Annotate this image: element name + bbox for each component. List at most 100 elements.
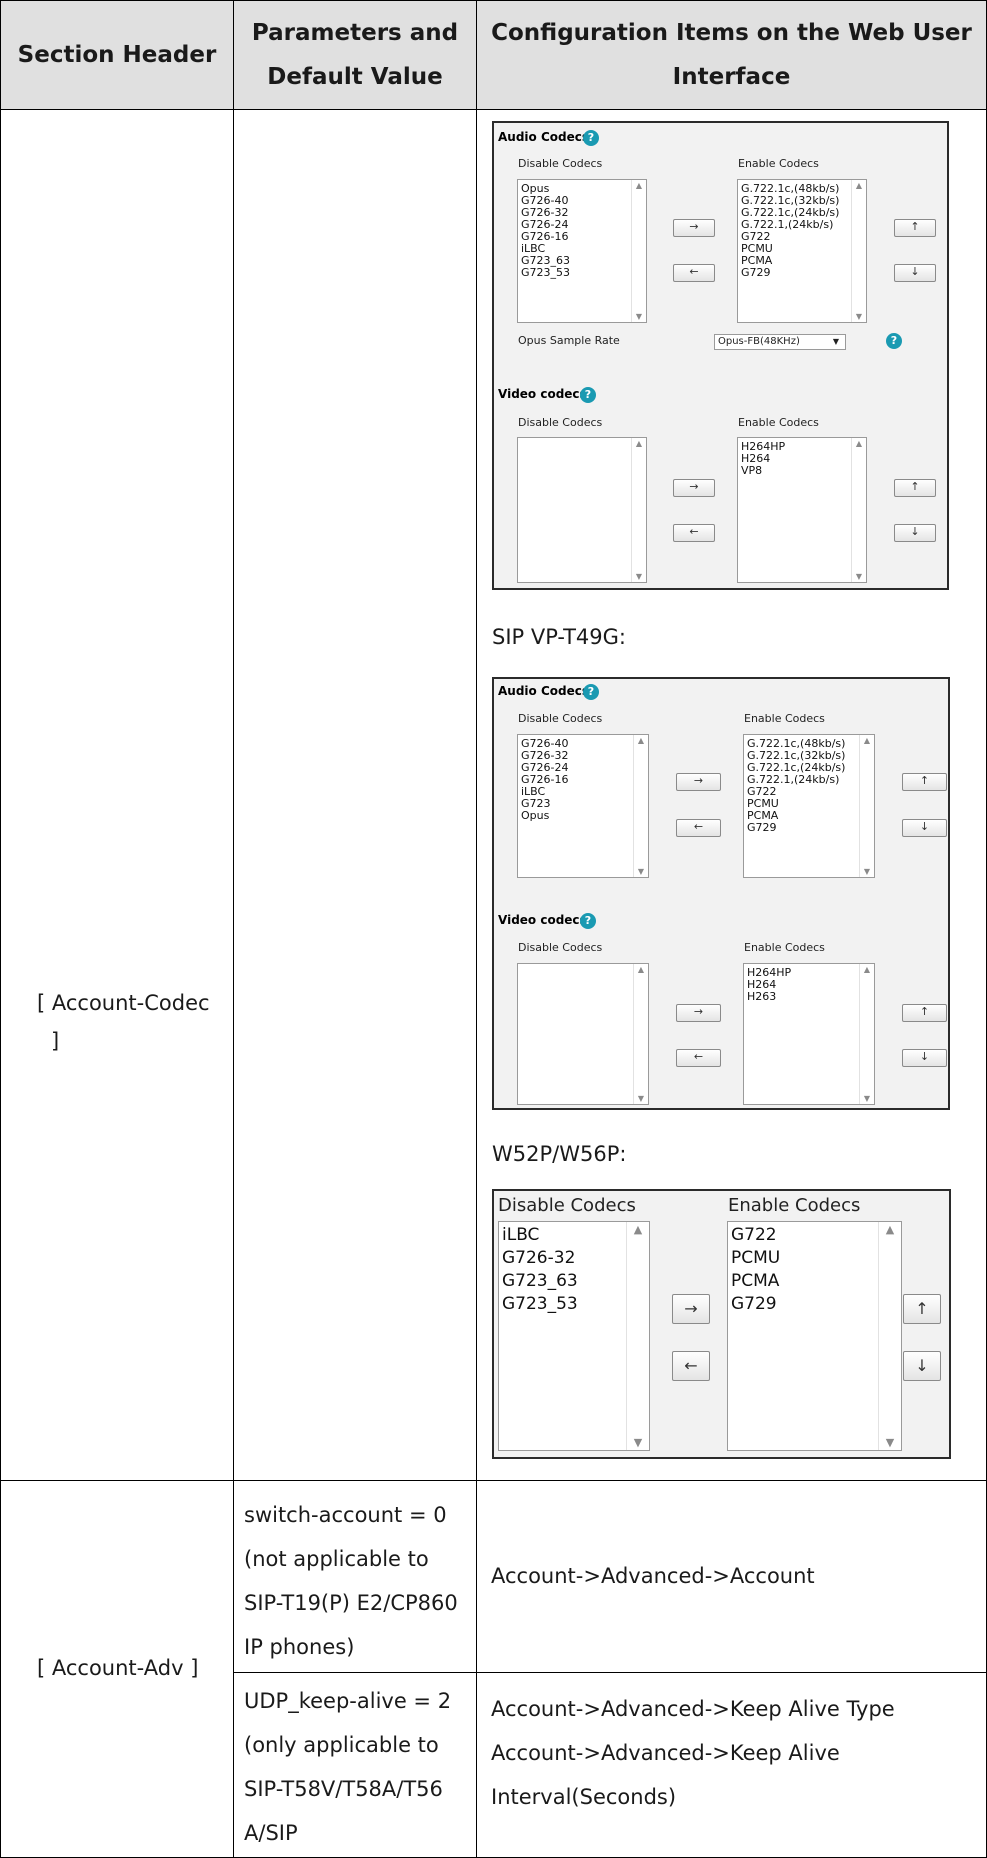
help-icon[interactable]: ? xyxy=(580,387,596,403)
list-item[interactable]: VP8 xyxy=(741,465,785,477)
scrollbar[interactable]: ▲ ▼ xyxy=(631,438,646,582)
enabled-codecs-list[interactable]: G722 PCMU PCMA G729 ▲ ▼ xyxy=(727,1221,902,1451)
move-down-button[interactable]: ↓ xyxy=(894,264,936,282)
scroll-down-icon[interactable]: ▼ xyxy=(632,312,646,321)
disable-codecs-label: Disable Codecs xyxy=(518,941,603,954)
header-section-label: Section Header xyxy=(17,42,217,68)
list-item[interactable]: G723_53 xyxy=(502,1293,578,1316)
list-item[interactable]: Opus xyxy=(521,810,569,822)
video-enabled-list[interactable]: H264HP H264 VP8 ▲ ▼ xyxy=(737,437,867,583)
move-down-button[interactable]: ↓ xyxy=(902,819,947,837)
audio-disabled-list[interactable]: G726-40 G726-32 G726-24 G726-16 iLBC G723 Opus… xyxy=(517,734,649,878)
video-disabled-list[interactable]: ▲ ▼ xyxy=(517,963,649,1105)
scroll-down-icon[interactable]: ▼ xyxy=(860,867,874,876)
help-icon[interactable]: ? xyxy=(580,913,596,929)
scroll-down-icon[interactable]: ▼ xyxy=(632,572,646,581)
adv-sub1-config-cell: Account->Advanced->Account xyxy=(476,1480,987,1673)
scroll-up-icon[interactable]: ▲ xyxy=(852,439,866,448)
audio-enabled-items: G.722.1c,(48kb/s) G.722.1c,(32kb/s) G.722.… xyxy=(741,183,839,279)
list-item[interactable]: G729 xyxy=(741,267,839,279)
help-icon[interactable]: ? xyxy=(583,130,599,146)
scrollbar[interactable]: ▲ ▼ xyxy=(878,1222,901,1450)
scroll-up-icon[interactable]: ▲ xyxy=(634,965,648,974)
scroll-down-icon[interactable]: ▼ xyxy=(627,1436,649,1449)
video-disabled-list[interactable]: ▲ ▼ xyxy=(517,437,647,583)
enable-codecs-label: Enable Codecs xyxy=(738,157,819,170)
scroll-up-icon[interactable]: ▲ xyxy=(860,965,874,974)
scrollbar[interactable]: ▲ ▼ xyxy=(626,1222,649,1450)
move-down-button[interactable]: ↓ xyxy=(894,524,936,542)
move-left-button[interactable]: ← xyxy=(672,1351,710,1381)
scroll-up-icon[interactable]: ▲ xyxy=(634,736,648,745)
move-right-button[interactable]: → xyxy=(673,479,715,497)
help-icon[interactable]: ? xyxy=(886,333,902,349)
scroll-down-icon[interactable]: ▼ xyxy=(852,572,866,581)
scrollbar[interactable]: ▲ ▼ xyxy=(633,964,648,1104)
header-params: Parameters and Default Value xyxy=(233,0,477,110)
scrollbar[interactable]: ▲ ▼ xyxy=(859,735,874,877)
opus-sample-rate-select[interactable]: Opus-FB(48KHz) ▼ xyxy=(714,334,846,350)
move-up-button[interactable]: ↑ xyxy=(902,773,947,791)
list-item[interactable]: G729 xyxy=(731,1293,780,1316)
list-item[interactable]: G722 xyxy=(731,1224,780,1247)
model-label-w52p-w56p: W52P/W56P: xyxy=(492,1142,627,1166)
scrollbar[interactable]: ▲ ▼ xyxy=(631,180,646,322)
move-up-button[interactable]: ↑ xyxy=(903,1294,941,1324)
move-left-button[interactable]: ← xyxy=(676,1049,721,1067)
list-item[interactable]: G723_63 xyxy=(502,1270,578,1293)
scroll-down-icon[interactable]: ▼ xyxy=(879,1436,901,1449)
scroll-down-icon[interactable]: ▼ xyxy=(634,867,648,876)
move-up-button[interactable]: ↑ xyxy=(894,479,936,497)
enable-codecs-label: Enable Codecs xyxy=(744,941,825,954)
audio-enabled-items: G.722.1c,(48kb/s) G.722.1c,(32kb/s) G.722.… xyxy=(747,738,845,834)
scrollbar[interactable]: ▲ ▼ xyxy=(859,964,874,1104)
scroll-down-icon[interactable]: ▼ xyxy=(860,1094,874,1103)
move-up-button[interactable]: ↑ xyxy=(894,219,936,237)
adv-sub2-config-cell: Account->Advanced->Keep Alive Type Accou… xyxy=(476,1672,987,1858)
help-icon[interactable]: ? xyxy=(583,684,599,700)
move-left-button[interactable]: ← xyxy=(676,819,721,837)
scroll-down-icon[interactable]: ▼ xyxy=(852,312,866,321)
scroll-up-icon[interactable]: ▲ xyxy=(852,181,866,190)
move-right-button[interactable]: → xyxy=(673,219,715,237)
list-item[interactable]: PCMA xyxy=(731,1270,780,1293)
scrollbar[interactable]: ▲ ▼ xyxy=(851,438,866,582)
scroll-up-icon[interactable]: ▲ xyxy=(627,1223,649,1236)
scroll-up-icon[interactable]: ▲ xyxy=(860,736,874,745)
move-left-button[interactable]: ← xyxy=(673,264,715,282)
scroll-down-icon[interactable]: ▼ xyxy=(634,1094,648,1103)
list-item[interactable]: H263 xyxy=(747,991,791,1003)
move-down-button[interactable]: ↓ xyxy=(902,1049,947,1067)
codec-panel-3: Disable Codecs Enable Codecs iLBC G726-32… xyxy=(492,1189,951,1459)
model-label-vp-t49g: SIP VP-T49G: xyxy=(492,625,626,649)
audio-disabled-list[interactable]: Opus G726-40 G726-32 G726-24 G726-16 iLBC G723… xyxy=(517,179,647,323)
list-item[interactable]: iLBC xyxy=(502,1224,578,1247)
move-right-button[interactable]: → xyxy=(672,1294,710,1324)
scroll-up-icon[interactable]: ▲ xyxy=(879,1223,901,1236)
header-params-line2: Default Value xyxy=(267,64,443,90)
scroll-up-icon[interactable]: ▲ xyxy=(632,181,646,190)
list-item[interactable]: PCMU xyxy=(731,1247,780,1270)
move-down-button[interactable]: ↓ xyxy=(903,1351,941,1381)
move-right-button[interactable]: → xyxy=(676,1004,721,1022)
move-left-button[interactable]: ← xyxy=(673,524,715,542)
video-enabled-items: H264HP H264 VP8 xyxy=(741,441,785,477)
header-section: Section Header xyxy=(0,0,234,110)
scrollbar[interactable]: ▲ ▼ xyxy=(633,735,648,877)
list-item[interactable]: G723_53 xyxy=(521,267,570,279)
scrollbar[interactable]: ▲ ▼ xyxy=(851,180,866,322)
disabled-codecs-list[interactable]: iLBC G726-32 G723_63 G723_53 ▲ ▼ xyxy=(498,1221,650,1451)
audio-disabled-items: Opus G726-40 G726-32 G726-24 G726-16 iLBC G723… xyxy=(521,183,570,279)
list-item[interactable]: G726-32 xyxy=(502,1247,578,1270)
video-enabled-list[interactable]: H264HP H264 H263 ▲ ▼ xyxy=(743,963,875,1105)
move-right-button[interactable]: → xyxy=(676,773,721,791)
header-config-line2: Interface xyxy=(672,64,791,90)
audio-enabled-list[interactable]: G.722.1c,(48kb/s) G.722.1c,(32kb/s) G.722.… xyxy=(737,179,867,323)
header-config: Configuration Items on the Web User Inte… xyxy=(476,0,987,110)
config-keep-alive-interval: Account->Advanced->Keep Alive xyxy=(491,1741,840,1765)
scroll-up-icon[interactable]: ▲ xyxy=(632,439,646,448)
list-item[interactable]: G729 xyxy=(747,822,845,834)
audio-enabled-list[interactable]: G.722.1c,(48kb/s) G.722.1c,(32kb/s) G.722.… xyxy=(743,734,875,878)
config-keep-alive-type: Account->Advanced->Keep Alive Type xyxy=(491,1697,895,1721)
move-up-button[interactable]: ↑ xyxy=(902,1004,947,1022)
